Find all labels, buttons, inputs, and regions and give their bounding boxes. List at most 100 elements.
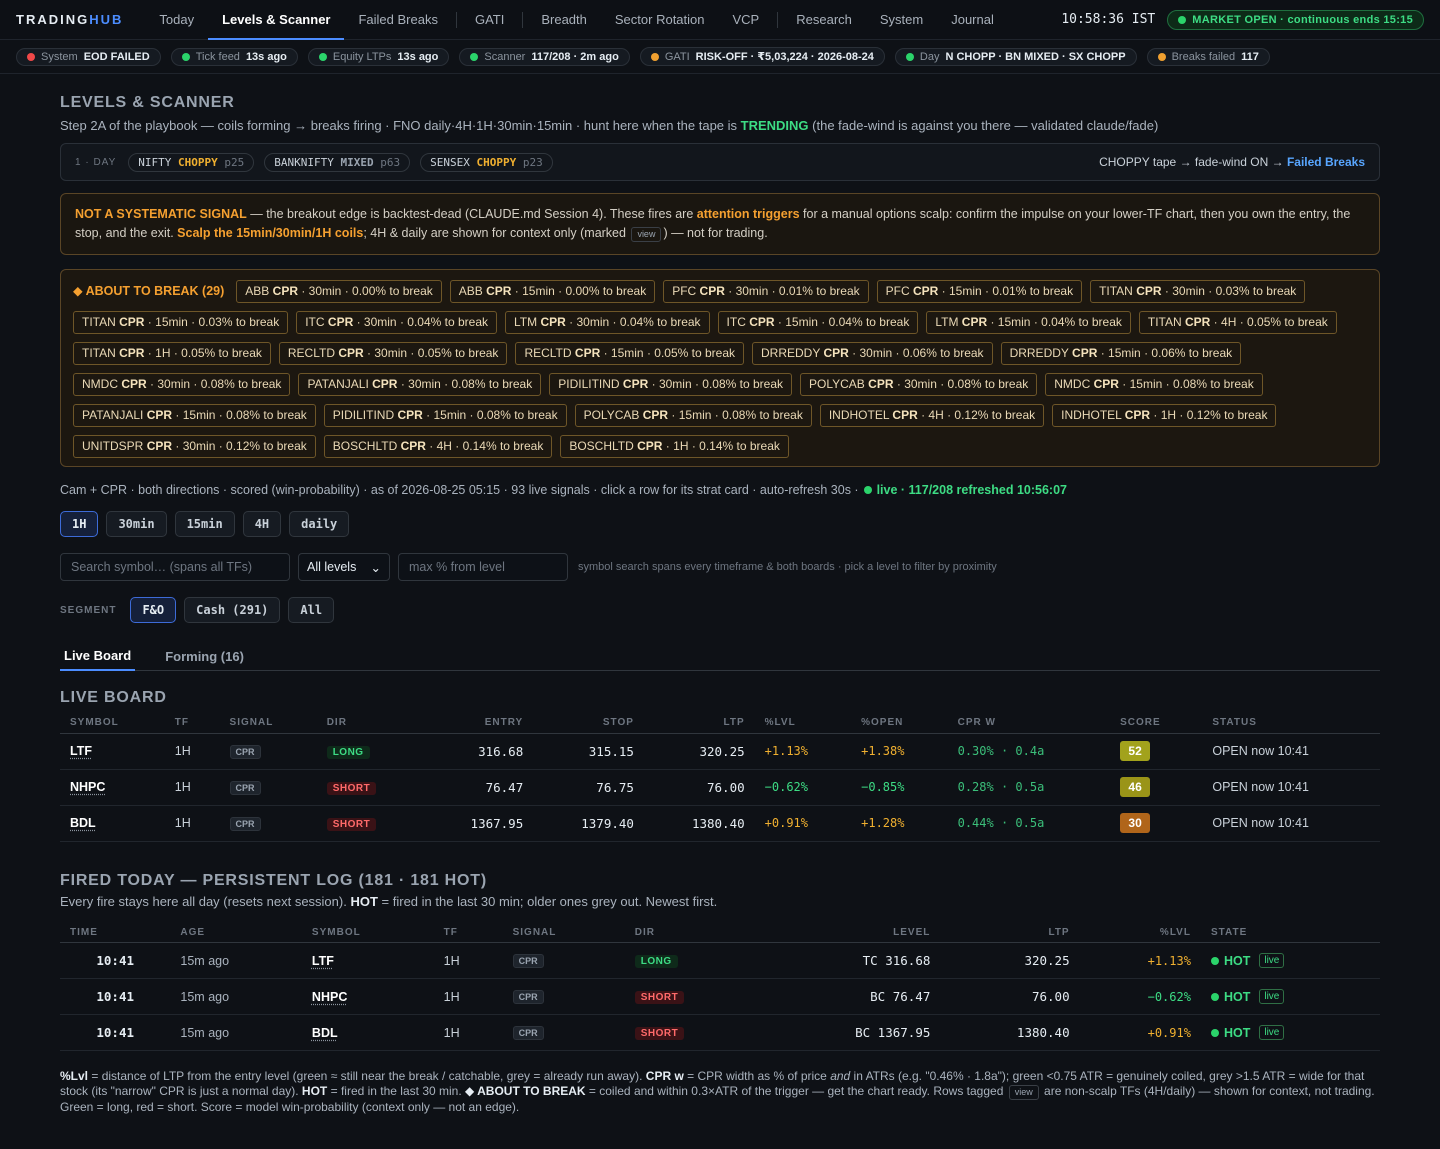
symbol-link[interactable]: BDL (70, 816, 96, 830)
about-to-break-chip[interactable]: POLYCAB CPR · 15min · 0.08% to break (574, 404, 812, 427)
tf-1h-button[interactable]: 1H (60, 511, 99, 537)
column-header[interactable]: AGE (170, 922, 302, 943)
about-to-break-chip[interactable]: INDHOTEL CPR · 4H · 0.12% to break (819, 404, 1045, 427)
about-to-break-chip[interactable]: BOSCHLTD CPR · 1H · 0.14% to break (560, 435, 789, 458)
symbol-link[interactable]: NHPC (312, 990, 347, 1004)
column-header[interactable]: TF (433, 922, 503, 943)
about-to-break-chip[interactable]: ABB CPR · 15min · 0.00% to break (449, 280, 656, 303)
column-header[interactable]: %LVL (754, 713, 852, 734)
symbol-link[interactable]: NHPC (70, 780, 105, 794)
nav-system[interactable]: System (866, 0, 937, 40)
failed-breaks-link[interactable]: Failed Breaks (1287, 155, 1365, 169)
level-select[interactable]: All levels ⌄ (298, 553, 390, 581)
about-to-break-chip[interactable]: POLYCAB CPR · 30min · 0.08% to break (800, 373, 1038, 396)
table-row[interactable]: BDL 1H CPR SHORT 1367.95 1379.40 1380.40 +0.91%… (60, 805, 1380, 842)
about-to-break-chip[interactable]: PIDILITIND CPR · 15min · 0.08% to break (323, 404, 567, 427)
about-to-break-chip[interactable]: TITAN CPR · 1H · 0.05% to break (73, 342, 271, 365)
nav-vcp[interactable]: VCP (719, 0, 774, 40)
table-row[interactable]: 10:41 15m ago BDL 1H CPR SHORT BC 1367.95 1380.… (60, 1014, 1380, 1051)
status-gati[interactable]: GATI RISK-OFF · ₹5,03,224 · 2026-08-24 (639, 47, 885, 66)
about-to-break-chip[interactable]: LTM CPR · 30min · 0.04% to break (505, 311, 710, 334)
column-header[interactable]: DIR (316, 713, 423, 734)
column-header[interactable]: TIME (60, 922, 171, 943)
column-header[interactable]: STATE (1200, 922, 1380, 943)
day-chip-sensex[interactable]: SENSEX CHOPPY p23 (420, 152, 553, 172)
column-header[interactable]: SCORE (1110, 713, 1203, 734)
about-to-break-chip[interactable]: DRREDDY CPR · 30min · 0.06% to break (752, 342, 993, 365)
column-header[interactable]: STATUS (1202, 713, 1380, 734)
about-to-break-chip[interactable]: ABB CPR · 30min · 0.00% to break (236, 280, 442, 303)
about-to-break-chip[interactable]: INDHOTEL CPR · 1H · 0.12% to break (1052, 404, 1277, 427)
column-header[interactable]: %LVL (1079, 922, 1201, 943)
nav-journal[interactable]: Journal (937, 0, 1008, 40)
column-header[interactable]: SYMBOL (60, 713, 165, 734)
symbol-link[interactable]: LTF (70, 744, 92, 758)
status-equity-ltps[interactable]: Equity LTPs 13s ago (307, 47, 450, 66)
status-system[interactable]: System EOD FAILED (16, 47, 161, 66)
status-tick-feed[interactable]: Tick feed 13s ago (170, 47, 298, 66)
nav-today[interactable]: Today (145, 0, 208, 40)
about-to-break-chip[interactable]: ITC CPR · 30min · 0.04% to break (296, 311, 497, 334)
column-header[interactable]: DIR (624, 922, 758, 943)
column-header[interactable]: SIGNAL (502, 922, 625, 943)
nav-research[interactable]: Research (782, 0, 866, 40)
table-row[interactable]: 10:41 15m ago NHPC 1H CPR SHORT BC 76.47 76.00 −… (60, 978, 1380, 1015)
max-pct-input[interactable] (398, 553, 568, 581)
day-chip-nifty[interactable]: NIFTY CHOPPY p25 (128, 152, 255, 172)
column-header[interactable]: TF (164, 713, 220, 734)
symbol-search-input[interactable] (60, 553, 290, 581)
about-to-break-chip[interactable]: ITC CPR · 15min · 0.04% to break (717, 311, 919, 334)
tab-live-board[interactable]: Live Board (60, 641, 136, 671)
nav-levels-scanner[interactable]: Levels & Scanner (208, 0, 345, 40)
tf-15min-button[interactable]: 15min (174, 511, 235, 537)
nav-sector-rotation[interactable]: Sector Rotation (601, 0, 719, 40)
status-day[interactable]: Day N CHOPP · BN MIXED · SX CHOPP (894, 47, 1137, 66)
symbol-link[interactable]: LTF (312, 954, 334, 968)
chip-symbol: DRREDDY (1009, 346, 1069, 360)
about-to-break-chip[interactable]: DRREDDY CPR · 15min · 0.06% to break (1000, 342, 1242, 365)
segment-all-button[interactable]: All (288, 597, 335, 623)
nav-gati[interactable]: GATI (461, 0, 518, 40)
tab-forming[interactable]: Forming (16) (161, 641, 248, 671)
column-header[interactable]: LEVEL (757, 922, 941, 943)
table-row[interactable]: 10:41 15m ago LTF 1H CPR LONG TC 316.68 320.25 +… (60, 942, 1380, 979)
about-to-break-chip[interactable]: PATANJALI CPR · 15min · 0.08% to break (73, 404, 316, 427)
tf-30min-button[interactable]: 30min (106, 511, 167, 537)
about-to-break-chip[interactable]: TITAN CPR · 4H · 0.05% to break (1138, 311, 1337, 334)
cell-tf: 1H (433, 942, 503, 979)
column-header[interactable]: SIGNAL (219, 713, 317, 734)
tf-4h-button[interactable]: 4H (242, 511, 282, 537)
about-to-break-chip[interactable]: PATANJALI CPR · 30min · 0.08% to break (298, 373, 542, 396)
status-scanner[interactable]: Scanner 117/208 · 2m ago (459, 47, 630, 66)
column-header[interactable]: SYMBOL (301, 922, 434, 943)
symbol-link[interactable]: BDL (312, 1026, 338, 1040)
about-to-break-chip[interactable]: PFC CPR · 30min · 0.01% to break (663, 280, 869, 303)
about-to-break-chip[interactable]: RECLTD CPR · 30min · 0.05% to break (278, 342, 508, 365)
nav-breadth[interactable]: Breadth (527, 0, 601, 40)
column-header[interactable]: STOP (533, 713, 644, 734)
about-to-break-chip[interactable]: TITAN CPR · 15min · 0.03% to break (73, 311, 289, 334)
tf-daily-button[interactable]: daily (289, 511, 350, 537)
logo[interactable]: TRADINGHUB (16, 12, 123, 27)
about-to-break-chip[interactable]: PFC CPR · 15min · 0.01% to break (876, 280, 1083, 303)
segment-cash-button[interactable]: Cash (291) (184, 597, 281, 623)
about-to-break-chip[interactable]: UNITDSPR CPR · 30min · 0.12% to break (73, 435, 316, 458)
status-breaks-failed[interactable]: Breaks failed 117 (1146, 47, 1270, 66)
about-to-break-chip[interactable]: NMDC CPR · 30min · 0.08% to break (73, 373, 291, 396)
nav-failed-breaks[interactable]: Failed Breaks (344, 0, 451, 40)
table-row[interactable]: NHPC 1H CPR SHORT 76.47 76.75 76.00 −0.62% −0.85… (60, 769, 1380, 806)
about-to-break-chip[interactable]: NMDC CPR · 15min · 0.08% to break (1045, 373, 1263, 396)
column-header[interactable]: LTP (940, 922, 1080, 943)
table-row[interactable]: LTF 1H CPR LONG 316.68 315.15 320.25 +1.13% +1.3… (60, 733, 1380, 770)
about-to-break-chip[interactable]: RECLTD CPR · 15min · 0.05% to break (515, 342, 744, 365)
about-to-break-chip[interactable]: LTM CPR · 15min · 0.04% to break (926, 311, 1131, 334)
column-header[interactable]: LTP (643, 713, 755, 734)
about-to-break-chip[interactable]: PIDILITIND CPR · 30min · 0.08% to break (549, 373, 793, 396)
column-header[interactable]: CPR W (947, 713, 1111, 734)
about-to-break-chip[interactable]: BOSCHLTD CPR · 4H · 0.14% to break (323, 435, 553, 458)
segment-fno-button[interactable]: F&O (130, 597, 177, 623)
about-to-break-chip[interactable]: TITAN CPR · 30min · 0.03% to break (1090, 280, 1306, 303)
day-chip-banknifty[interactable]: BANKNIFTY MIXED p63 (264, 152, 411, 172)
column-header[interactable]: ENTRY (422, 713, 534, 734)
column-header[interactable]: %OPEN (851, 713, 948, 734)
